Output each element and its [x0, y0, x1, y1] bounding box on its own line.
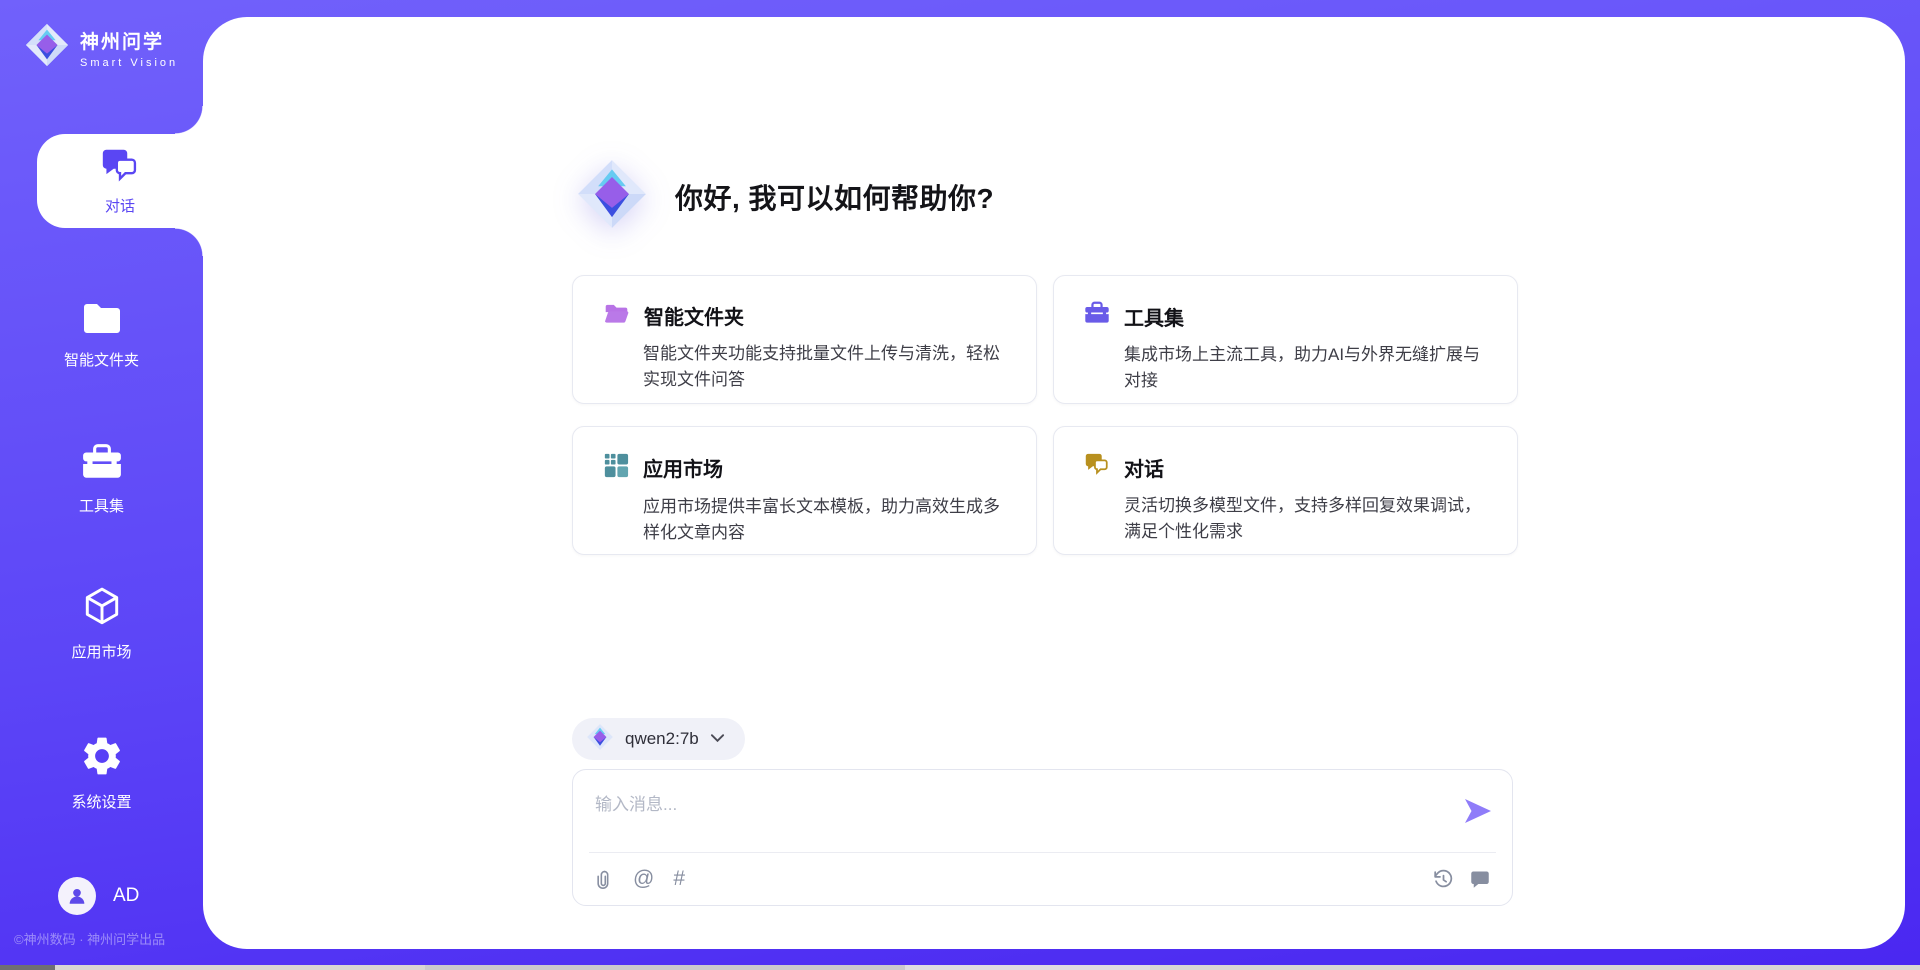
brand-name: 神州问学 [80, 27, 178, 54]
model-name: qwen2:7b [625, 729, 699, 749]
card-chat[interactable]: 对话 灵活切换多模型文件，支持多样回复效果调试，满足个性化需求 [1053, 426, 1518, 555]
brand-diamond-icon [24, 22, 70, 73]
chat-bubbles-icon [100, 147, 140, 190]
card-toolset[interactable]: 工具集 集成市场上主流工具，助力AI与外界无缝扩展与对接 [1053, 275, 1518, 404]
sidebar-item-label: 工具集 [79, 495, 124, 516]
card-title: 工具集 [1124, 302, 1184, 331]
card-title: 智能文件夹 [644, 301, 744, 330]
composer: @ # [572, 769, 1513, 906]
greeting: 你好, 我可以如何帮助你? [575, 157, 994, 236]
briefcase-icon [81, 443, 123, 488]
briefcase-icon [1084, 301, 1110, 331]
card-description: 灵活切换多模型文件，支持多样回复效果调试，满足个性化需求 [1084, 493, 1487, 544]
sidebar-item-chat[interactable]: 对话 [37, 134, 203, 228]
sidebar-item-label: 应用市场 [71, 641, 131, 662]
avatar [58, 877, 96, 915]
card-app-market[interactable]: 应用市场 应用市场提供丰富长文本模板，助力高效生成多样化文章内容 [572, 426, 1037, 555]
hashtag-icon[interactable]: # [673, 867, 685, 891]
grid-icon [603, 452, 629, 483]
folder-open-icon [603, 301, 630, 330]
greeting-diamond-icon [575, 157, 649, 236]
user-profile[interactable]: AD [58, 877, 139, 915]
feedback-bubble-icon[interactable] [1470, 869, 1490, 889]
history-icon[interactable] [1433, 869, 1454, 890]
person-icon [66, 885, 88, 907]
send-icon[interactable] [1462, 796, 1494, 831]
card-smart-folder[interactable]: 智能文件夹 智能文件夹功能支持批量文件上传与清洗，轻松实现文件问答 [572, 275, 1037, 404]
sidebar-item-label: 系统设置 [71, 791, 131, 812]
greeting-title: 你好, 我可以如何帮助你? [675, 177, 994, 217]
chat-bubbles-icon [1084, 452, 1110, 482]
sidebar-item-label: 对话 [105, 195, 135, 216]
card-description: 智能文件夹功能支持批量文件上传与清洗，轻松实现文件问答 [603, 341, 1006, 392]
card-title: 对话 [1124, 453, 1164, 482]
brand-subtitle: Smart Vision [80, 57, 178, 69]
main-content: 你好, 我可以如何帮助你? 智能文件夹 智能文件夹功能支持批量文件上传与清洗，轻… [203, 17, 1905, 949]
model-selector[interactable]: qwen2:7b [572, 718, 745, 760]
sidebar-item-market[interactable]: 应用市场 [0, 585, 203, 662]
composer-toolbar: @ # [595, 853, 1490, 905]
sidebar-footer: ©神州数码 · 神州问学出品 [14, 929, 165, 948]
tab-curve-bottom [175, 228, 203, 256]
sidebar-item-settings[interactable]: 系统设置 [0, 733, 203, 812]
folder-icon [80, 299, 124, 342]
sidebar-item-tools[interactable]: 工具集 [0, 443, 203, 516]
feature-cards: 智能文件夹 智能文件夹功能支持批量文件上传与清洗，轻松实现文件问答 工具集 集成… [572, 275, 1518, 555]
card-title: 应用市场 [643, 453, 723, 482]
gear-icon [79, 733, 125, 784]
mention-icon[interactable]: @ [633, 867, 654, 891]
tab-curve-top [175, 106, 203, 134]
card-description: 应用市场提供丰富长文本模板，助力高效生成多样化文章内容 [603, 494, 1006, 545]
sidebar-item-folders[interactable]: 智能文件夹 [0, 299, 203, 370]
sidebar-item-label: 智能文件夹 [64, 349, 139, 370]
chevron-down-icon [710, 730, 725, 748]
window-edge-strip [0, 965, 1920, 970]
user-initials: AD [113, 885, 139, 907]
message-input[interactable] [573, 770, 1433, 850]
cube-icon [81, 585, 123, 634]
sidebar: 神州问学 Smart Vision 对话 智能文件夹 [0, 0, 203, 970]
app-logo: 神州问学 Smart Vision [24, 22, 178, 73]
attachment-icon[interactable] [595, 869, 614, 890]
card-description: 集成市场上主流工具，助力AI与外界无缝扩展与对接 [1084, 342, 1487, 393]
model-diamond-icon [586, 723, 614, 756]
